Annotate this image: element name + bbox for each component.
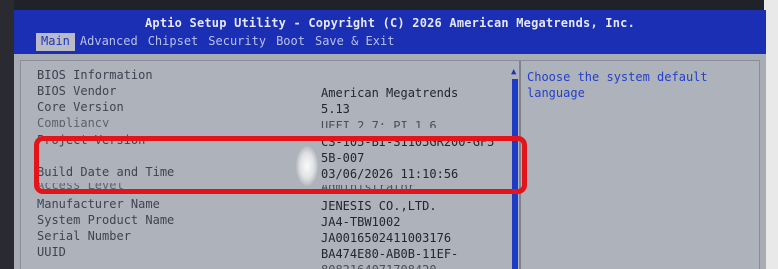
tab-bar: Main Advanced Chipset Security Boot Save… [36,33,399,51]
tab-chipset[interactable]: Chipset [143,33,204,51]
monitor-bezel-left [0,0,14,269]
row-value-uuid: BA474E80-AB0B-11EF- [321,247,459,261]
row-value-compliancy: UEFI 2.7; PI 1.6 [321,119,437,128]
triangle-up-icon[interactable]: ▲ [511,67,516,77]
tab-advanced[interactable]: Advanced [75,33,143,51]
tab-save-exit[interactable]: Save & Exit [310,33,399,51]
screen-glare [296,146,318,186]
row-label-uuid: UUID [37,245,66,259]
row-value-core-version: 5.13 [321,102,350,116]
row-value-uuid-cont: 8082164071708420 [321,263,437,269]
monitor-bezel-right [764,0,778,269]
row-label-system-product-name: System Product Name [37,213,175,227]
row-value-serial-number: JA0016502411003176 [321,231,452,245]
highlight-annotation [34,136,527,194]
window-title: Aptio Setup Utility - Copyright (C) 2026… [144,16,636,30]
row-label-core-version: Core Version [37,100,124,114]
help-text: Choose the system default language [527,70,708,100]
row-value-manufacturer-name: JENESIS CO.,LTD. [321,199,437,213]
row-label-serial-number: Serial Number [37,229,131,243]
row-label-manufacturer-name: Manufacturer Name [37,197,160,211]
section-header-bios-information: BIOS Information [37,68,153,82]
bios-screen: Aptio Setup Utility - Copyright (C) 2026… [0,0,778,269]
title-bar: Aptio Setup Utility - Copyright (C) 2026… [14,10,766,54]
tab-main[interactable]: Main [36,33,75,51]
bios-setup-window: Aptio Setup Utility - Copyright (C) 2026… [14,10,766,269]
row-value-bios-vendor: American Megatrends [321,86,459,100]
tab-boot[interactable]: Boot [271,33,310,51]
row-label-bios-vendor: BIOS Vendor [37,84,117,98]
tab-security[interactable]: Security [203,33,271,51]
row-value-system-product-name: JA4-TBW1002 [321,215,401,229]
row-label-compliancy: Compliancy [37,116,110,127]
